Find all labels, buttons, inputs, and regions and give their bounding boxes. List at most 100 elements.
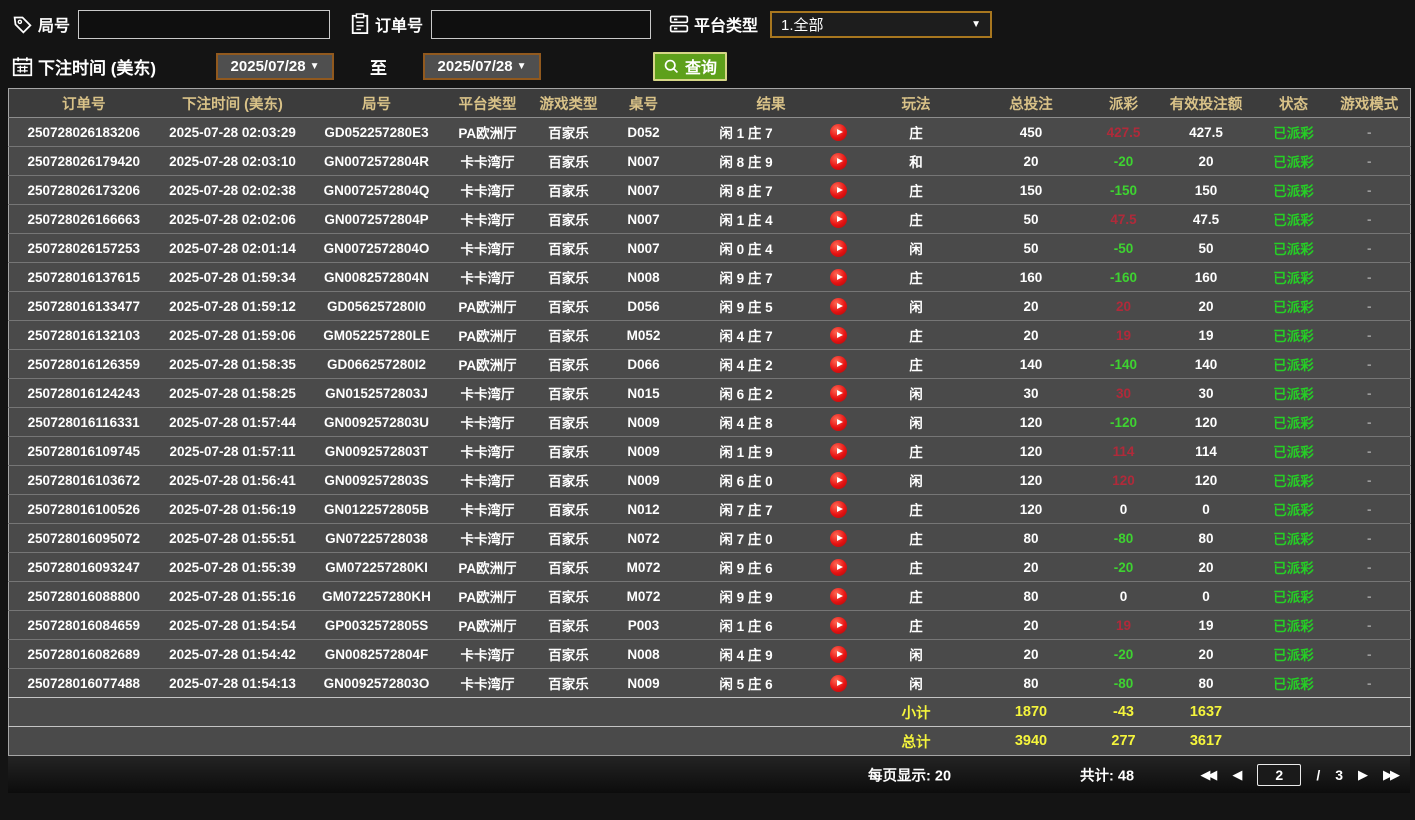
cell-replay [813,146,864,176]
cell-valid-bet: 140 [1153,349,1259,379]
cell-game-type: 百家乐 [528,639,609,669]
table-row: 250728016077488 2025-07-28 01:54:13 GN00… [8,668,1411,698]
date-from-value: 2025/07/28 [230,57,306,75]
cell-game-mode: - [1328,436,1411,466]
cell-order-id: 250728016077488 [8,668,159,698]
current-page-input[interactable]: 2 [1257,763,1302,786]
cell-total-bet: 120 [968,465,1094,495]
cell-status: 已派彩 [1258,494,1329,524]
cell-game-no: GP0032572805S [306,610,447,640]
play-video-icon[interactable] [830,297,847,315]
cell-payout: -20 [1093,552,1154,582]
cell-game-type: 百家乐 [528,465,609,495]
game-no-input[interactable] [78,9,331,39]
cell-table-no: N009 [608,436,679,466]
date-to-select[interactable]: 2025/07/28 ▼ [423,52,542,80]
cell-bet-time: 2025-07-28 02:01:14 [158,233,307,263]
cell-payout: -20 [1093,146,1154,176]
cell-replay [813,581,864,611]
header-game-mode: 游戏模式 [1328,88,1411,118]
cell-total-bet: 160 [968,262,1094,292]
cell-bet-time: 2025-07-28 01:58:25 [158,378,307,408]
cell-valid-bet: 20 [1153,146,1259,176]
cell-replay [813,610,864,640]
platform-type-value: 1.全部 [781,16,824,34]
cell-status: 已派彩 [1258,262,1329,292]
cell-platform: 卡卡湾厅 [446,146,529,176]
cell-replay [813,117,864,147]
play-video-icon[interactable] [830,326,847,344]
cell-bet-time: 2025-07-28 01:54:42 [158,639,307,669]
play-video-icon[interactable] [830,674,847,692]
play-video-icon[interactable] [830,616,847,634]
cell-game-type: 百家乐 [528,146,609,176]
cell-valid-bet: 0 [1153,494,1259,524]
query-button[interactable]: 查询 [653,51,728,81]
cell-game-no: GD052257280E3 [306,117,447,147]
page-separator: / [1316,766,1321,783]
total-pages: 3 [1335,766,1343,783]
cell-bet-type: 庄 [863,117,969,147]
cell-total-bet: 80 [968,668,1094,698]
server-list-icon [669,15,689,33]
grand-total-label: 总计 [863,726,969,756]
cell-game-type: 百家乐 [528,204,609,234]
play-video-icon[interactable] [830,558,847,576]
cell-payout: -50 [1093,233,1154,263]
play-video-icon[interactable] [830,442,847,460]
cell-status: 已派彩 [1258,610,1329,640]
play-video-icon[interactable] [830,500,847,518]
play-video-icon[interactable] [830,268,847,286]
date-to-label: 至 [370,58,388,78]
cell-table-no: N009 [608,668,679,698]
cell-total-bet: 20 [968,320,1094,350]
cell-total-bet: 30 [968,378,1094,408]
next-page-icon[interactable]: ▶ [1358,767,1368,783]
cell-replay [813,436,864,466]
play-video-icon[interactable] [830,471,847,489]
date-from-select[interactable]: 2025/07/28 ▼ [216,52,335,80]
play-video-icon[interactable] [830,152,847,170]
play-video-icon[interactable] [830,239,847,257]
cell-bet-type: 庄 [863,610,969,640]
first-page-icon[interactable]: ◀◀ [1200,767,1217,783]
cell-game-mode: - [1328,552,1411,582]
play-video-icon[interactable] [830,587,847,605]
play-video-icon[interactable] [830,355,847,373]
play-video-icon[interactable] [830,123,847,141]
cell-table-no: N015 [608,378,679,408]
cell-status: 已派彩 [1258,639,1329,669]
platform-type-select[interactable]: 1.全部 ▼ [770,10,993,38]
last-page-icon[interactable]: ▶▶ [1383,767,1400,783]
cell-total-bet: 20 [968,291,1094,321]
cell-game-type: 百家乐 [528,233,609,263]
cell-platform: 卡卡湾厅 [446,494,529,524]
cell-total-bet: 120 [968,494,1094,524]
order-no-input[interactable] [431,9,652,39]
cell-payout: 30 [1093,378,1154,408]
filter-bar-row1: 局号 订单号 平台类型 1.全部 ▼ [0,0,1415,44]
cell-game-no: GN0122572805B [306,494,447,524]
cell-replay [813,465,864,495]
cell-platform: PA欧洲厅 [446,552,529,582]
cell-bet-type: 庄 [863,436,969,466]
play-video-icon[interactable] [830,181,847,199]
cell-bet-type: 闲 [863,668,969,698]
per-page-info: 每页显示: 20 [868,764,951,785]
cell-status: 已派彩 [1258,349,1329,379]
play-video-icon[interactable] [830,384,847,402]
cell-result: 闲 4 庄 2 [678,349,814,379]
play-video-icon[interactable] [830,210,847,228]
play-video-icon[interactable] [830,529,847,547]
cell-result: 闲 1 庄 9 [678,436,814,466]
cell-bet-time: 2025-07-28 01:55:16 [158,581,307,611]
prev-page-icon[interactable]: ◀ [1232,767,1242,783]
play-video-icon[interactable] [830,413,847,431]
cell-game-mode: - [1328,320,1411,350]
cell-status: 已派彩 [1258,465,1329,495]
table-row: 250728026179420 2025-07-28 02:03:10 GN00… [8,146,1411,176]
cell-replay [813,552,864,582]
cell-game-no: GM052257280LE [306,320,447,350]
cell-table-no: N007 [608,233,679,263]
play-video-icon[interactable] [830,645,847,663]
